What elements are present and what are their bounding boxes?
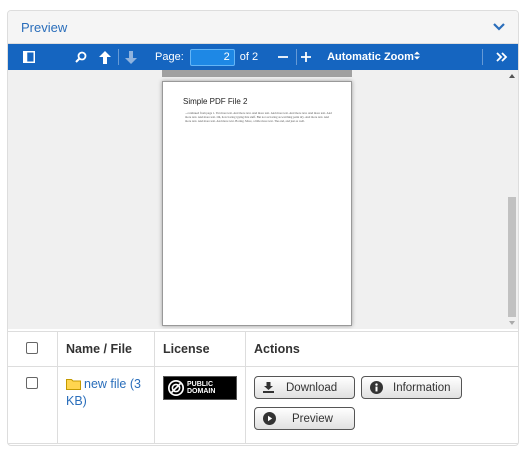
information-label: Information bbox=[393, 381, 451, 394]
scroll-up-icon[interactable] bbox=[509, 74, 515, 78]
actions-cell: Download Information Preview bbox=[245, 366, 518, 444]
toolbar-separator bbox=[482, 49, 483, 65]
table-row: new file (3 KB) PUBLIC DOMAIN Download I… bbox=[8, 366, 518, 444]
play-circle-icon bbox=[263, 412, 276, 425]
next-page-icon[interactable] bbox=[119, 44, 143, 70]
viewer-scrollbar[interactable] bbox=[506, 70, 518, 329]
sidebar-toggle-icon[interactable] bbox=[14, 44, 44, 70]
column-header-actions: Actions bbox=[245, 331, 518, 367]
download-icon bbox=[263, 382, 274, 393]
license-line-1: PUBLIC bbox=[187, 381, 214, 388]
tools-menu-icon[interactable] bbox=[492, 44, 512, 70]
information-button[interactable]: Information bbox=[361, 376, 462, 399]
pdf-viewer[interactable]: Simple PDF File 2 ...continued from page… bbox=[8, 70, 518, 329]
table-header-row: Name / File License Actions bbox=[8, 331, 518, 367]
preview-label: Preview bbox=[292, 412, 333, 425]
preview-button[interactable]: Preview bbox=[254, 407, 355, 430]
zoom-select-value: Automatic Zoom bbox=[327, 51, 414, 63]
preview-panel: Preview Page: 2 of 2 Automatic Zoom Simp… bbox=[7, 10, 519, 446]
preview-panel-header[interactable]: Preview bbox=[8, 11, 518, 44]
file-name-cell: new file (3 KB) bbox=[57, 366, 155, 444]
download-button[interactable]: Download bbox=[254, 376, 355, 399]
zoom-in-icon[interactable] bbox=[297, 44, 315, 70]
zoom-out-icon[interactable] bbox=[276, 44, 290, 70]
files-table: Name / File License Actions new file (3 … bbox=[8, 331, 518, 444]
scroll-down-icon[interactable] bbox=[509, 321, 515, 325]
pdf-page-text: ...continued from page 1. Yet more text.… bbox=[185, 111, 332, 123]
column-header-name[interactable]: Name / File bbox=[57, 331, 155, 367]
zoom-select[interactable]: Automatic Zoom bbox=[321, 49, 426, 66]
select-all-cell bbox=[8, 331, 58, 367]
panel-title: Preview bbox=[21, 19, 68, 35]
chevron-down-icon[interactable] bbox=[492, 20, 506, 34]
pdf-page: Simple PDF File 2 ...continued from page… bbox=[162, 81, 352, 326]
row-select-cell bbox=[8, 366, 58, 444]
previous-page-icon[interactable] bbox=[92, 44, 118, 70]
scrollbar-thumb[interactable] bbox=[508, 197, 516, 317]
pdf-toolbar: Page: 2 of 2 Automatic Zoom bbox=[8, 44, 518, 70]
select-all-checkbox[interactable] bbox=[26, 341, 38, 354]
public-domain-badge[interactable]: PUBLIC DOMAIN bbox=[163, 376, 237, 400]
row-checkbox[interactable] bbox=[26, 377, 38, 389]
license-line-2: DOMAIN bbox=[187, 388, 216, 395]
column-header-license: License bbox=[154, 331, 246, 367]
public-domain-icon bbox=[167, 379, 185, 397]
page-label: Page: bbox=[155, 51, 184, 63]
select-arrows-icon bbox=[414, 51, 421, 63]
page-number-input[interactable]: 2 bbox=[189, 48, 235, 66]
license-cell: PUBLIC DOMAIN bbox=[154, 366, 246, 444]
folder-icon bbox=[66, 378, 81, 393]
pdf-page-title: Simple PDF File 2 bbox=[183, 97, 248, 106]
license-text: PUBLIC DOMAIN bbox=[187, 381, 215, 395]
page-count: of 2 bbox=[239, 51, 259, 63]
search-icon[interactable] bbox=[70, 44, 92, 70]
previous-page-edge bbox=[162, 70, 352, 77]
download-label: Download bbox=[286, 381, 338, 394]
info-icon bbox=[370, 381, 383, 394]
